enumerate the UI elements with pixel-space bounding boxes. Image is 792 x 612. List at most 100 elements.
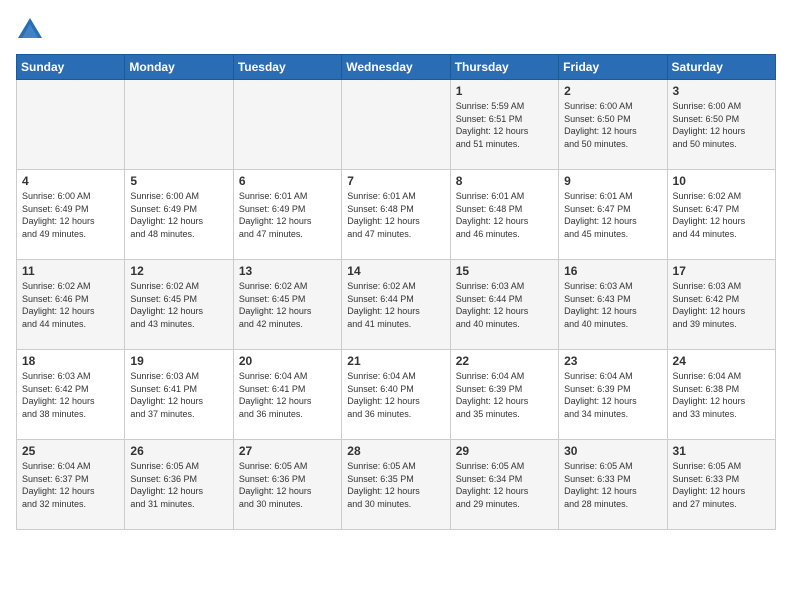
day-number: 1 — [456, 84, 553, 98]
weekday-header: Wednesday — [342, 55, 450, 80]
calendar-day-cell: 4 Sunrise: 6:00 AM Sunset: 6:49 PM Daylig… — [17, 170, 125, 260]
day-number: 26 — [130, 444, 227, 458]
day-number: 22 — [456, 354, 553, 368]
day-info: Sunrise: 6:04 AM Sunset: 6:41 PM Dayligh… — [239, 370, 336, 420]
day-info: Sunrise: 6:03 AM Sunset: 6:42 PM Dayligh… — [22, 370, 119, 420]
day-info: Sunrise: 6:02 AM Sunset: 6:45 PM Dayligh… — [130, 280, 227, 330]
day-info: Sunrise: 5:59 AM Sunset: 6:51 PM Dayligh… — [456, 100, 553, 150]
weekday-header: Friday — [559, 55, 667, 80]
day-number: 24 — [673, 354, 770, 368]
day-number: 5 — [130, 174, 227, 188]
calendar-day-cell: 20 Sunrise: 6:04 AM Sunset: 6:41 PM Dayli… — [233, 350, 341, 440]
calendar-day-cell: 10 Sunrise: 6:02 AM Sunset: 6:47 PM Dayli… — [667, 170, 775, 260]
day-info: Sunrise: 6:01 AM Sunset: 6:48 PM Dayligh… — [456, 190, 553, 240]
day-info: Sunrise: 6:04 AM Sunset: 6:40 PM Dayligh… — [347, 370, 444, 420]
day-number: 25 — [22, 444, 119, 458]
calendar-day-cell — [342, 80, 450, 170]
calendar-day-cell: 3 Sunrise: 6:00 AM Sunset: 6:50 PM Daylig… — [667, 80, 775, 170]
calendar-day-cell: 9 Sunrise: 6:01 AM Sunset: 6:47 PM Daylig… — [559, 170, 667, 260]
day-info: Sunrise: 6:00 AM Sunset: 6:50 PM Dayligh… — [673, 100, 770, 150]
day-info: Sunrise: 6:04 AM Sunset: 6:39 PM Dayligh… — [564, 370, 661, 420]
calendar-day-cell: 7Sunrise: 6:01 AM Sunset: 6:48 PM Daylig… — [342, 170, 450, 260]
day-number: 20 — [239, 354, 336, 368]
calendar-day-cell — [125, 80, 233, 170]
calendar-day-cell: 16 Sunrise: 6:03 AM Sunset: 6:43 PM Dayli… — [559, 260, 667, 350]
day-info: Sunrise: 6:01 AM Sunset: 6:48 PM Dayligh… — [347, 190, 444, 240]
calendar-day-cell: 2Sunrise: 6:00 AM Sunset: 6:50 PM Daylig… — [559, 80, 667, 170]
day-number: 6 — [239, 174, 336, 188]
calendar-week-row: 1 Sunrise: 5:59 AM Sunset: 6:51 PM Daylig… — [17, 80, 776, 170]
weekday-header: Sunday — [17, 55, 125, 80]
day-info: Sunrise: 6:01 AM Sunset: 6:49 PM Dayligh… — [239, 190, 336, 240]
calendar-day-cell: 31 Sunrise: 6:05 AM Sunset: 6:33 PM Dayli… — [667, 440, 775, 530]
calendar-day-cell: 22 Sunrise: 6:04 AM Sunset: 6:39 PM Dayli… — [450, 350, 558, 440]
weekday-header: Thursday — [450, 55, 558, 80]
calendar-week-row: 11 Sunrise: 6:02 AM Sunset: 6:46 PM Dayli… — [17, 260, 776, 350]
day-info: Sunrise: 6:04 AM Sunset: 6:37 PM Dayligh… — [22, 460, 119, 510]
calendar-day-cell: 1 Sunrise: 5:59 AM Sunset: 6:51 PM Daylig… — [450, 80, 558, 170]
day-number: 28 — [347, 444, 444, 458]
day-info: Sunrise: 6:03 AM Sunset: 6:41 PM Dayligh… — [130, 370, 227, 420]
calendar-day-cell: 23 Sunrise: 6:04 AM Sunset: 6:39 PM Dayli… — [559, 350, 667, 440]
calendar-week-row: 25 Sunrise: 6:04 AM Sunset: 6:37 PM Dayli… — [17, 440, 776, 530]
weekday-header: Saturday — [667, 55, 775, 80]
calendar-day-cell: 21Sunrise: 6:04 AM Sunset: 6:40 PM Dayli… — [342, 350, 450, 440]
calendar-day-cell: 11 Sunrise: 6:02 AM Sunset: 6:46 PM Dayli… — [17, 260, 125, 350]
page-header — [16, 16, 776, 44]
calendar-day-cell: 30 Sunrise: 6:05 AM Sunset: 6:33 PM Dayli… — [559, 440, 667, 530]
calendar-day-cell — [233, 80, 341, 170]
calendar-day-cell — [17, 80, 125, 170]
day-info: Sunrise: 6:01 AM Sunset: 6:47 PM Dayligh… — [564, 190, 661, 240]
day-info: Sunrise: 6:04 AM Sunset: 6:39 PM Dayligh… — [456, 370, 553, 420]
calendar-day-cell: 26 Sunrise: 6:05 AM Sunset: 6:36 PM Dayli… — [125, 440, 233, 530]
calendar-day-cell: 15Sunrise: 6:03 AM Sunset: 6:44 PM Dayli… — [450, 260, 558, 350]
day-number: 10 — [673, 174, 770, 188]
calendar-day-cell: 29Sunrise: 6:05 AM Sunset: 6:34 PM Dayli… — [450, 440, 558, 530]
day-info: Sunrise: 6:02 AM Sunset: 6:46 PM Dayligh… — [22, 280, 119, 330]
day-info: Sunrise: 6:05 AM Sunset: 6:33 PM Dayligh… — [564, 460, 661, 510]
day-info: Sunrise: 6:05 AM Sunset: 6:33 PM Dayligh… — [673, 460, 770, 510]
day-number: 3 — [673, 84, 770, 98]
day-number: 19 — [130, 354, 227, 368]
day-number: 17 — [673, 264, 770, 278]
calendar-week-row: 18 Sunrise: 6:03 AM Sunset: 6:42 PM Dayli… — [17, 350, 776, 440]
day-info: Sunrise: 6:02 AM Sunset: 6:47 PM Dayligh… — [673, 190, 770, 240]
calendar-day-cell: 18 Sunrise: 6:03 AM Sunset: 6:42 PM Dayli… — [17, 350, 125, 440]
day-number: 18 — [22, 354, 119, 368]
day-info: Sunrise: 6:00 AM Sunset: 6:50 PM Dayligh… — [564, 100, 661, 150]
day-number: 8 — [456, 174, 553, 188]
calendar-day-cell: 12 Sunrise: 6:02 AM Sunset: 6:45 PM Dayli… — [125, 260, 233, 350]
calendar-body: 1 Sunrise: 5:59 AM Sunset: 6:51 PM Daylig… — [17, 80, 776, 530]
day-info: Sunrise: 6:04 AM Sunset: 6:38 PM Dayligh… — [673, 370, 770, 420]
day-info: Sunrise: 6:00 AM Sunset: 6:49 PM Dayligh… — [22, 190, 119, 240]
day-info: Sunrise: 6:03 AM Sunset: 6:44 PM Dayligh… — [456, 280, 553, 330]
calendar-week-row: 4 Sunrise: 6:00 AM Sunset: 6:49 PM Daylig… — [17, 170, 776, 260]
day-info: Sunrise: 6:05 AM Sunset: 6:36 PM Dayligh… — [130, 460, 227, 510]
day-number: 9 — [564, 174, 661, 188]
day-info: Sunrise: 6:05 AM Sunset: 6:36 PM Dayligh… — [239, 460, 336, 510]
calendar-header: SundayMondayTuesdayWednesdayThursdayFrid… — [17, 55, 776, 80]
calendar-day-cell: 13Sunrise: 6:02 AM Sunset: 6:45 PM Dayli… — [233, 260, 341, 350]
day-number: 12 — [130, 264, 227, 278]
day-number: 14 — [347, 264, 444, 278]
calendar-day-cell: 5 Sunrise: 6:00 AM Sunset: 6:49 PM Daylig… — [125, 170, 233, 260]
day-number: 27 — [239, 444, 336, 458]
day-number: 4 — [22, 174, 119, 188]
day-info: Sunrise: 6:00 AM Sunset: 6:49 PM Dayligh… — [130, 190, 227, 240]
weekday-header: Tuesday — [233, 55, 341, 80]
calendar-day-cell: 25 Sunrise: 6:04 AM Sunset: 6:37 PM Dayli… — [17, 440, 125, 530]
day-info: Sunrise: 6:02 AM Sunset: 6:44 PM Dayligh… — [347, 280, 444, 330]
day-info: Sunrise: 6:05 AM Sunset: 6:34 PM Dayligh… — [456, 460, 553, 510]
calendar-day-cell: 8 Sunrise: 6:01 AM Sunset: 6:48 PM Daylig… — [450, 170, 558, 260]
day-number: 23 — [564, 354, 661, 368]
day-number: 31 — [673, 444, 770, 458]
calendar-table: SundayMondayTuesdayWednesdayThursdayFrid… — [16, 54, 776, 530]
weekday-header: Monday — [125, 55, 233, 80]
day-info: Sunrise: 6:03 AM Sunset: 6:43 PM Dayligh… — [564, 280, 661, 330]
calendar-day-cell: 14 Sunrise: 6:02 AM Sunset: 6:44 PM Dayli… — [342, 260, 450, 350]
day-number: 11 — [22, 264, 119, 278]
day-number: 16 — [564, 264, 661, 278]
day-number: 30 — [564, 444, 661, 458]
calendar-day-cell: 17Sunrise: 6:03 AM Sunset: 6:42 PM Dayli… — [667, 260, 775, 350]
calendar-day-cell: 24 Sunrise: 6:04 AM Sunset: 6:38 PM Dayli… — [667, 350, 775, 440]
